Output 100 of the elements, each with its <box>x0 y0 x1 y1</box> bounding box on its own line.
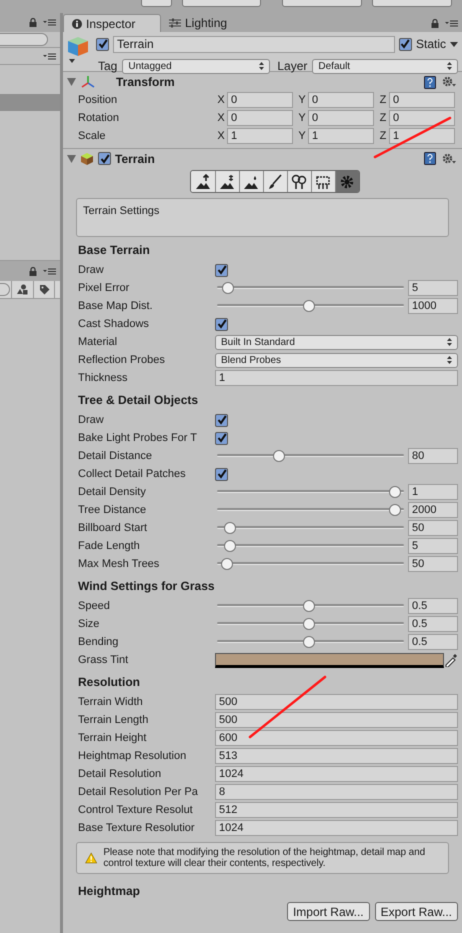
input-field[interactable]: 50 <box>408 556 458 572</box>
settings-icon[interactable] <box>442 76 456 88</box>
slider-thumb[interactable] <box>273 450 285 462</box>
tool-button[interactable] <box>310 171 334 192</box>
input-field[interactable]: 0.5 <box>408 598 458 614</box>
input-field[interactable]: 1024 <box>215 766 458 782</box>
expanded-arrow-icon[interactable] <box>67 78 76 86</box>
input-field[interactable]: 0.5 <box>408 634 458 650</box>
settings-icon[interactable] <box>442 152 456 164</box>
input-field[interactable]: 1000 <box>408 298 458 314</box>
input-field[interactable]: 0 <box>227 92 293 108</box>
shapes-icon[interactable] <box>17 284 28 295</box>
input-field[interactable]: 0 <box>389 92 455 108</box>
help-icon[interactable] <box>424 76 436 88</box>
tool-button[interactable] <box>262 171 286 192</box>
slider-track[interactable] <box>217 618 404 630</box>
tool-button[interactable] <box>214 171 238 192</box>
input-field[interactable]: 0.5 <box>408 616 458 632</box>
input-field[interactable]: 0 <box>308 92 374 108</box>
input-field[interactable]: 5 <box>408 280 458 296</box>
eyedropper-icon[interactable] <box>444 653 458 667</box>
help-icon[interactable] <box>424 152 436 165</box>
lock-icon[interactable] <box>29 18 38 27</box>
slider-track[interactable] <box>217 522 404 534</box>
property-label: Detail Resolution <box>78 766 162 782</box>
input-field[interactable]: 80 <box>408 448 458 464</box>
lock-icon[interactable] <box>29 266 38 276</box>
slider-track[interactable] <box>217 300 404 312</box>
menu-icon[interactable] <box>43 52 56 60</box>
cube-icon[interactable] <box>66 35 90 65</box>
input-field[interactable]: 8 <box>215 784 458 800</box>
dropdown[interactable]: Built In Standard <box>215 334 458 350</box>
slider-track[interactable] <box>217 504 404 516</box>
search-field[interactable] <box>0 283 10 296</box>
dropdown[interactable]: Default <box>312 58 458 74</box>
input-field[interactable]: 50 <box>408 520 458 536</box>
slider-thumb[interactable] <box>302 636 315 648</box>
tool-button[interactable] <box>190 171 214 192</box>
checkbox[interactable] <box>98 152 111 165</box>
input-field[interactable]: 500 <box>215 694 458 710</box>
slider-thumb[interactable] <box>222 282 234 294</box>
slider-track[interactable] <box>217 486 404 498</box>
checkbox[interactable] <box>398 38 412 50</box>
checkbox[interactable] <box>215 264 228 276</box>
dropdown[interactable]: Untagged <box>122 58 270 74</box>
input-field[interactable]: 600 <box>215 730 458 746</box>
slider-track[interactable] <box>217 450 404 462</box>
slider-thumb[interactable] <box>302 618 315 630</box>
input-field[interactable]: 1 <box>408 484 458 500</box>
input-field[interactable]: 5 <box>408 538 458 554</box>
checkbox[interactable] <box>215 432 228 444</box>
slider-thumb[interactable] <box>302 300 315 312</box>
menu-icon[interactable] <box>43 268 56 274</box>
input-field[interactable]: 0 <box>227 110 293 126</box>
input-field[interactable]: 1 <box>389 128 455 144</box>
input-field[interactable]: 0 <box>389 110 455 126</box>
input-field[interactable]: 512 <box>215 802 458 818</box>
input-field[interactable]: 513 <box>215 748 458 764</box>
slider-thumb[interactable] <box>302 600 315 612</box>
tag-icon[interactable] <box>38 284 50 295</box>
color-swatch[interactable] <box>215 652 444 668</box>
input-field[interactable]: 1 <box>215 370 458 386</box>
tool-button[interactable] <box>334 171 358 192</box>
search-field[interactable] <box>0 33 48 46</box>
input-field[interactable]: 1 <box>308 128 374 144</box>
tool-button[interactable] <box>238 171 262 192</box>
input-field[interactable]: 0 <box>308 110 374 126</box>
raw-button[interactable]: Export Raw... <box>374 902 458 921</box>
slider-thumb[interactable] <box>388 486 400 498</box>
checkbox[interactable] <box>215 468 228 480</box>
checkbox[interactable] <box>215 414 228 426</box>
menu-icon[interactable] <box>445 20 458 27</box>
slider-track[interactable] <box>217 636 404 648</box>
raw-button[interactable]: Import Raw... <box>286 902 370 921</box>
lock-icon[interactable] <box>431 19 439 28</box>
dropdown[interactable]: Blend Probes <box>215 352 458 368</box>
input-field[interactable]: Terrain <box>113 36 395 52</box>
slider-thumb[interactable] <box>388 504 400 516</box>
property-label: Collect Detail Patches <box>78 466 187 482</box>
checkbox[interactable] <box>96 38 109 50</box>
input-field[interactable]: 500 <box>215 712 458 728</box>
input-field[interactable]: 1 <box>227 128 293 144</box>
expanded-arrow-icon[interactable] <box>67 154 76 162</box>
slider-thumb[interactable] <box>220 558 232 570</box>
input-field[interactable]: 2000 <box>408 502 458 518</box>
property-label: Detail Resolution Per Pa <box>78 784 199 800</box>
slider-track[interactable] <box>217 558 404 570</box>
slider-track[interactable] <box>217 282 404 294</box>
menu-icon[interactable] <box>43 19 56 26</box>
slider-track[interactable] <box>217 600 404 612</box>
slider-thumb[interactable] <box>224 522 236 534</box>
checkbox[interactable] <box>215 318 228 330</box>
dropdown-arrow-icon[interactable] <box>450 42 458 46</box>
slider-thumb[interactable] <box>224 540 236 552</box>
input-field[interactable]: 1024 <box>215 820 458 836</box>
tab[interactable]: Lighting <box>161 14 251 32</box>
tool-button[interactable] <box>286 171 310 192</box>
settings-icon <box>339 174 355 190</box>
slider-track[interactable] <box>217 540 404 552</box>
tab[interactable]: Inspector <box>63 14 161 32</box>
